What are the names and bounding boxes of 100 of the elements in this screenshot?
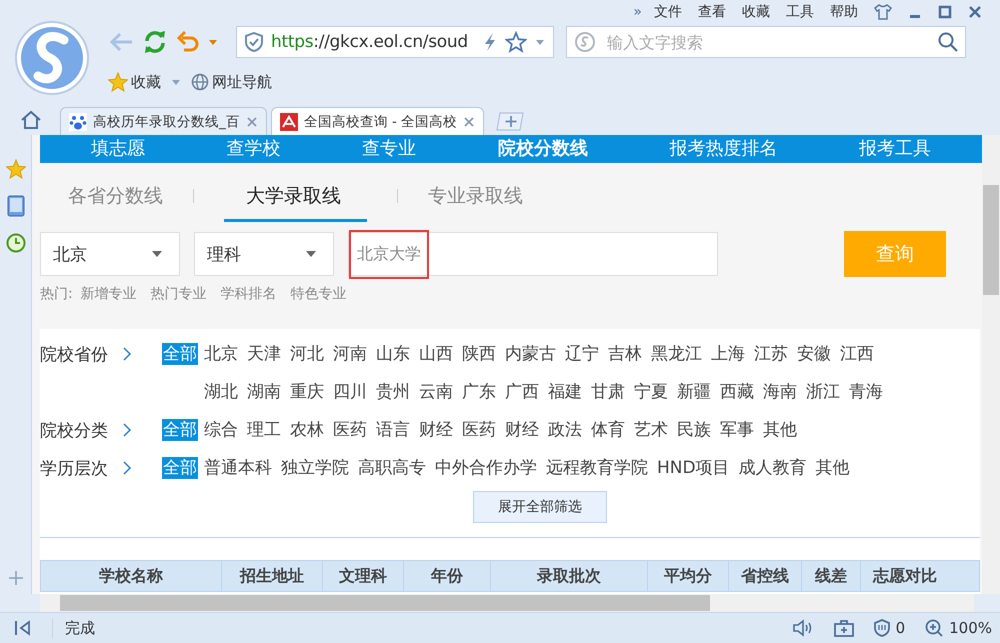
- new-tab-icon[interactable]: [494, 111, 524, 131]
- sidebar-toggle-icon[interactable]: [14, 620, 32, 636]
- ad-block-counter[interactable]: 0: [874, 619, 906, 637]
- zoom-control[interactable]: 100%: [925, 619, 992, 637]
- lightning-icon[interactable]: [483, 32, 497, 52]
- filter-option[interactable]: 普通本科: [204, 449, 272, 487]
- filter-option[interactable]: 西藏: [720, 373, 754, 411]
- filter-option[interactable]: 财经: [505, 411, 539, 449]
- filter-option[interactable]: 独立学院: [281, 449, 349, 487]
- refresh-icon[interactable]: [142, 29, 168, 55]
- plus-icon[interactable]: [8, 570, 24, 586]
- nav-link[interactable]: 填志愿: [90, 135, 145, 163]
- filter-option[interactable]: 河南: [333, 335, 367, 373]
- filter-option[interactable]: 政法: [548, 411, 582, 449]
- filter-option[interactable]: 成人教育: [738, 449, 807, 487]
- bookmark-link[interactable]: 收藏: [108, 72, 161, 92]
- filter-option[interactable]: 新疆: [677, 373, 711, 411]
- address-bar[interactable]: https://gkcx.eol.cn/soud: [236, 26, 554, 58]
- filter-option[interactable]: 山西: [419, 335, 453, 373]
- filter-option[interactable]: 甘肃: [591, 373, 625, 411]
- filter-option[interactable]: 广西: [505, 373, 539, 411]
- filter-option[interactable]: 山东: [376, 335, 410, 373]
- filter-option[interactable]: 军事: [720, 411, 754, 449]
- nav-link[interactable]: 报考热度排名: [669, 135, 778, 163]
- filter-option[interactable]: HND项目: [657, 449, 730, 487]
- menu-item[interactable]: 文件: [654, 3, 682, 21]
- browser-logo-icon[interactable]: [14, 20, 90, 96]
- vertical-scrollbar[interactable]: [982, 135, 1000, 594]
- nav-link[interactable]: 院校分数线: [498, 135, 588, 163]
- filter-option[interactable]: 中外合作办学: [435, 449, 537, 487]
- bookmark-link[interactable]: 网址导航: [191, 72, 272, 92]
- speaker-icon[interactable]: [792, 619, 814, 637]
- school-search-field[interactable]: 北京大学: [348, 232, 718, 276]
- star-icon[interactable]: [6, 159, 26, 179]
- nav-link[interactable]: 查专业: [362, 135, 416, 163]
- filter-option[interactable]: 体育: [591, 411, 625, 449]
- filter-option[interactable]: 河北: [290, 335, 324, 373]
- horizontal-scrollbar[interactable]: [40, 594, 974, 612]
- filter-option[interactable]: 北京: [204, 335, 238, 373]
- search-field[interactable]: 输入文字搜索: [566, 26, 966, 58]
- filter-option[interactable]: 天津: [247, 335, 281, 373]
- caret-icon[interactable]: [208, 38, 218, 46]
- filter-option[interactable]: 江苏: [754, 335, 788, 373]
- filter-option[interactable]: 青海: [849, 373, 883, 411]
- nav-link[interactable]: 查学校: [226, 135, 280, 163]
- search-icon[interactable]: [938, 32, 958, 52]
- filter-option[interactable]: 民族: [677, 411, 711, 449]
- filter-option[interactable]: 上海: [711, 335, 745, 373]
- caret-icon[interactable]: [535, 38, 545, 46]
- browser-tab[interactable]: 高校历年录取分数线_百: [60, 107, 267, 135]
- filter-option[interactable]: 远程教育学院: [546, 449, 648, 487]
- undo-icon[interactable]: [176, 30, 200, 54]
- filter-option[interactable]: 海南: [763, 373, 797, 411]
- shirt-icon[interactable]: [874, 4, 892, 20]
- filter-option[interactable]: 高职高专: [358, 449, 426, 487]
- toolbox-icon[interactable]: [834, 619, 854, 637]
- filter-option[interactable]: 农林: [290, 411, 324, 449]
- star-outline-icon[interactable]: [505, 31, 527, 53]
- filter-option[interactable]: 医药: [333, 411, 367, 449]
- filter-option[interactable]: 财经: [419, 411, 453, 449]
- nav-link[interactable]: 报考工具: [859, 135, 932, 163]
- filter-option[interactable]: 重庆: [290, 373, 324, 411]
- filter-option[interactable]: 理工: [247, 411, 281, 449]
- filter-option[interactable]: 宁夏: [634, 373, 668, 411]
- filter-option[interactable]: 广东: [462, 373, 496, 411]
- filter-option[interactable]: 黑龙江: [651, 335, 702, 373]
- filter-option[interactable]: 福建: [548, 373, 582, 411]
- filter-option[interactable]: 其他: [816, 449, 850, 487]
- filter-option[interactable]: 全部: [162, 419, 198, 441]
- filter-option[interactable]: 湖南: [247, 373, 281, 411]
- filter-option[interactable]: 语言: [376, 411, 410, 449]
- sub-tab[interactable]: 大学录取线: [224, 170, 367, 222]
- filter-option[interactable]: 江西: [840, 335, 874, 373]
- filter-option[interactable]: 吉林: [608, 335, 642, 373]
- filter-option[interactable]: 其他: [763, 411, 797, 449]
- filter-option[interactable]: 贵州: [376, 373, 410, 411]
- chevron-right-icon[interactable]: [122, 347, 132, 361]
- home-icon[interactable]: [20, 110, 42, 130]
- filter-option[interactable]: 综合: [204, 411, 238, 449]
- filter-option[interactable]: 全部: [162, 457, 198, 479]
- chevron-right-icon[interactable]: [122, 423, 132, 437]
- filter-option[interactable]: 湖北: [204, 373, 238, 411]
- more-menu[interactable]: »: [633, 4, 642, 20]
- filter-option[interactable]: 辽宁: [565, 335, 599, 373]
- expand-filters-button[interactable]: 展开全部筛选: [473, 491, 607, 523]
- close-icon[interactable]: [246, 116, 258, 128]
- menu-item[interactable]: 收藏: [742, 3, 770, 21]
- filter-option[interactable]: 云南: [419, 373, 453, 411]
- maximize-icon[interactable]: [938, 5, 952, 19]
- filter-option[interactable]: 医药: [462, 411, 496, 449]
- filter-option[interactable]: 陕西: [462, 335, 496, 373]
- caret-icon[interactable]: [171, 78, 181, 86]
- dropdown[interactable]: 北京: [40, 232, 180, 276]
- chevron-right-icon[interactable]: [122, 461, 132, 475]
- tablet-icon[interactable]: [6, 195, 24, 217]
- menu-item[interactable]: 查看: [698, 3, 726, 21]
- menu-item[interactable]: 工具: [786, 3, 814, 21]
- close-icon[interactable]: [968, 5, 982, 19]
- browser-tab[interactable]: 全国高校查询 - 全国高校: [270, 107, 484, 135]
- clock-icon[interactable]: [6, 233, 26, 253]
